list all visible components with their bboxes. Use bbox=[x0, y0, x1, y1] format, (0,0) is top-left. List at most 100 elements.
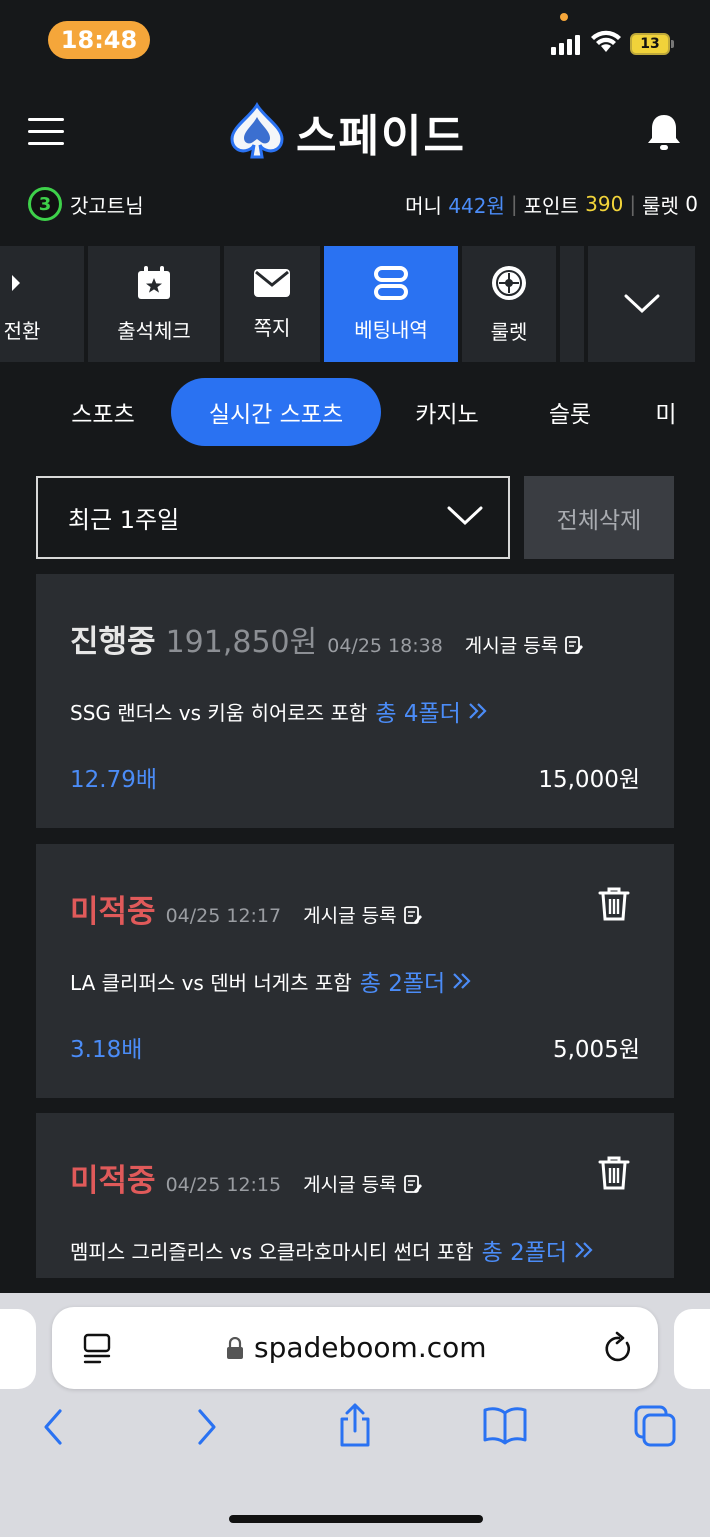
tab-live-sports[interactable]: 실시간 스포츠 bbox=[171, 378, 381, 446]
quick-menu-betting-history[interactable]: 베팅내역 bbox=[324, 246, 458, 362]
balances: 머니 442원 | 포인트 390 | 룰렛 0 bbox=[405, 190, 698, 219]
quick-menu-label: 전환 bbox=[3, 318, 41, 343]
period-select[interactable]: 최근 1주일 bbox=[36, 476, 510, 559]
quick-menu-expand[interactable] bbox=[588, 246, 695, 362]
quick-menu-label: 출석체크 bbox=[117, 318, 191, 343]
roulette-icon bbox=[492, 265, 526, 300]
quick-menu: 전환 출석체크 쪽지 베팅내역 룰렛 bbox=[0, 246, 710, 362]
post-register-label: 게시글 등록 bbox=[303, 1174, 397, 1196]
battery-level: 13 bbox=[630, 33, 670, 55]
bet-amount: 191,850원 bbox=[165, 625, 318, 660]
reader-mode-icon[interactable] bbox=[82, 1333, 112, 1365]
bet-category-tabs: 스포츠 실시간 스포츠 카지노 슬롯 미 bbox=[0, 378, 710, 446]
tab-slot[interactable]: 슬롯 bbox=[522, 378, 618, 446]
delete-all-button[interactable]: 전체삭제 bbox=[524, 476, 674, 559]
site-logo[interactable]: 스페이드 bbox=[226, 100, 466, 164]
point-value[interactable]: 390 bbox=[585, 192, 623, 216]
share-icon[interactable] bbox=[335, 1401, 375, 1449]
spade-logo-icon bbox=[230, 102, 284, 159]
browser-tab-bar bbox=[0, 1403, 710, 1465]
money-value[interactable]: 442원 bbox=[448, 190, 505, 219]
match-text: SSG 랜더스 vs 키움 히어로즈 포함 bbox=[70, 700, 368, 725]
forward-icon[interactable] bbox=[192, 1405, 222, 1449]
bet-card[interactable]: 진행중 191,850원 04/25 18:38 게시글 등록 SSG 랜더스 … bbox=[36, 574, 674, 828]
bet-card[interactable]: 미적중 04/25 12:17 게시글 등록 LA 클리퍼스 vs 덴버 너게츠… bbox=[36, 844, 674, 1098]
fold-link[interactable]: 총 2폴더 bbox=[482, 1233, 595, 1267]
fold-link[interactable]: 총 2폴더 bbox=[360, 964, 473, 998]
post-register-button[interactable]: 게시글 등록 bbox=[303, 901, 422, 928]
money-label: 머니 bbox=[405, 193, 442, 218]
status-bar: 18:48 13 bbox=[0, 0, 710, 80]
browser-toolbar: spadeboom.com bbox=[0, 1293, 710, 1537]
double-chevron-right-icon bbox=[469, 703, 487, 719]
trash-icon[interactable] bbox=[598, 886, 630, 922]
chevron-down-icon bbox=[447, 506, 483, 526]
quick-menu-partial bbox=[560, 246, 584, 362]
trash-icon[interactable] bbox=[598, 1155, 630, 1191]
privacy-indicator-dot bbox=[560, 13, 568, 21]
bet-odds: 3.18배 bbox=[70, 1037, 143, 1063]
quick-menu-message[interactable]: 쪽지 bbox=[224, 246, 320, 362]
bet-stake: 5,005원 bbox=[552, 1037, 640, 1063]
bet-status: 진행중 bbox=[70, 624, 156, 660]
bet-datetime: 04/25 12:15 bbox=[165, 1174, 282, 1196]
quick-menu-label: 쪽지 bbox=[253, 315, 291, 340]
point-label: 포인트 bbox=[523, 193, 579, 218]
match-text: 멤피스 그리즐리스 vs 오클라호마시티 썬더 포함 bbox=[70, 1239, 474, 1264]
notification-bell-icon[interactable] bbox=[646, 112, 682, 152]
reload-icon[interactable] bbox=[604, 1331, 634, 1365]
calendar-star-icon bbox=[138, 265, 170, 299]
tab-casino[interactable]: 카지노 bbox=[394, 378, 500, 446]
double-chevron-right-icon bbox=[575, 1242, 593, 1258]
bet-status: 미적중 bbox=[70, 894, 156, 930]
quick-menu-attendance[interactable]: 출석체크 bbox=[88, 246, 220, 362]
previous-tab-preview[interactable] bbox=[0, 1309, 36, 1389]
match-text: LA 클리퍼스 vs 덴버 너게츠 포함 bbox=[70, 970, 352, 995]
tabs-icon[interactable] bbox=[634, 1405, 678, 1447]
bet-status: 미적중 bbox=[70, 1163, 156, 1199]
double-chevron-right-icon bbox=[453, 973, 471, 989]
bet-stake: 15,000원 bbox=[538, 767, 640, 793]
menu-hamburger-icon[interactable] bbox=[28, 118, 64, 146]
battery-icon: 13 bbox=[630, 33, 674, 55]
mail-icon bbox=[254, 268, 290, 297]
post-register-button[interactable]: 게시글 등록 bbox=[465, 631, 584, 658]
roulette-value[interactable]: 0 bbox=[685, 192, 698, 216]
next-tab-preview[interactable] bbox=[674, 1309, 710, 1389]
roulette-label: 룰렛 bbox=[642, 193, 679, 218]
username[interactable]: 갓고트님 bbox=[70, 190, 144, 219]
bet-datetime: 04/25 18:38 bbox=[327, 635, 443, 657]
tab-more[interactable]: 미 bbox=[646, 378, 686, 446]
url-text: spadeboom.com bbox=[254, 1331, 487, 1364]
bet-odds: 12.79배 bbox=[70, 767, 158, 793]
betting-history-icon bbox=[374, 265, 408, 300]
fold-link[interactable]: 총 4폴더 bbox=[375, 694, 488, 728]
edit-note-icon bbox=[403, 1174, 422, 1193]
quick-menu-roulette[interactable]: 룰렛 bbox=[462, 246, 556, 362]
cellular-signal-icon bbox=[551, 33, 580, 55]
address-bar[interactable]: spadeboom.com bbox=[52, 1307, 658, 1389]
logo-text: 스페이드 bbox=[296, 111, 466, 162]
post-register-button[interactable]: 게시글 등록 bbox=[303, 1170, 422, 1197]
post-register-label: 게시글 등록 bbox=[303, 905, 397, 927]
bet-datetime: 04/25 12:17 bbox=[165, 905, 282, 927]
quick-menu-label: 베팅내역 bbox=[354, 317, 428, 342]
post-register-label: 게시글 등록 bbox=[464, 635, 559, 657]
quick-menu-label: 룰렛 bbox=[490, 319, 528, 344]
user-info-bar: 3 갓고트님 머니 442원 | 포인트 390 | 룰렛 0 bbox=[28, 186, 698, 222]
bookmarks-icon[interactable] bbox=[482, 1405, 528, 1445]
edit-note-icon bbox=[403, 905, 422, 924]
back-icon[interactable] bbox=[38, 1405, 68, 1449]
tab-sports[interactable]: 스포츠 bbox=[48, 378, 158, 446]
level-badge: 3 bbox=[28, 187, 62, 221]
fold-count: 총 4폴더 bbox=[375, 701, 461, 727]
lock-icon bbox=[227, 1337, 243, 1359]
home-indicator bbox=[229, 1515, 483, 1523]
quick-menu-switch[interactable]: 전환 bbox=[0, 246, 84, 362]
status-time: 18:48 bbox=[48, 21, 150, 59]
chevron-down-icon bbox=[624, 294, 659, 314]
fold-count: 총 2폴더 bbox=[359, 971, 446, 997]
period-select-value: 최근 1주일 bbox=[68, 506, 180, 534]
fold-count: 총 2폴더 bbox=[481, 1240, 568, 1266]
bet-card[interactable]: 미적중 04/25 12:15 게시글 등록 멤피스 그리즐리스 vs 오클라호… bbox=[36, 1113, 674, 1278]
